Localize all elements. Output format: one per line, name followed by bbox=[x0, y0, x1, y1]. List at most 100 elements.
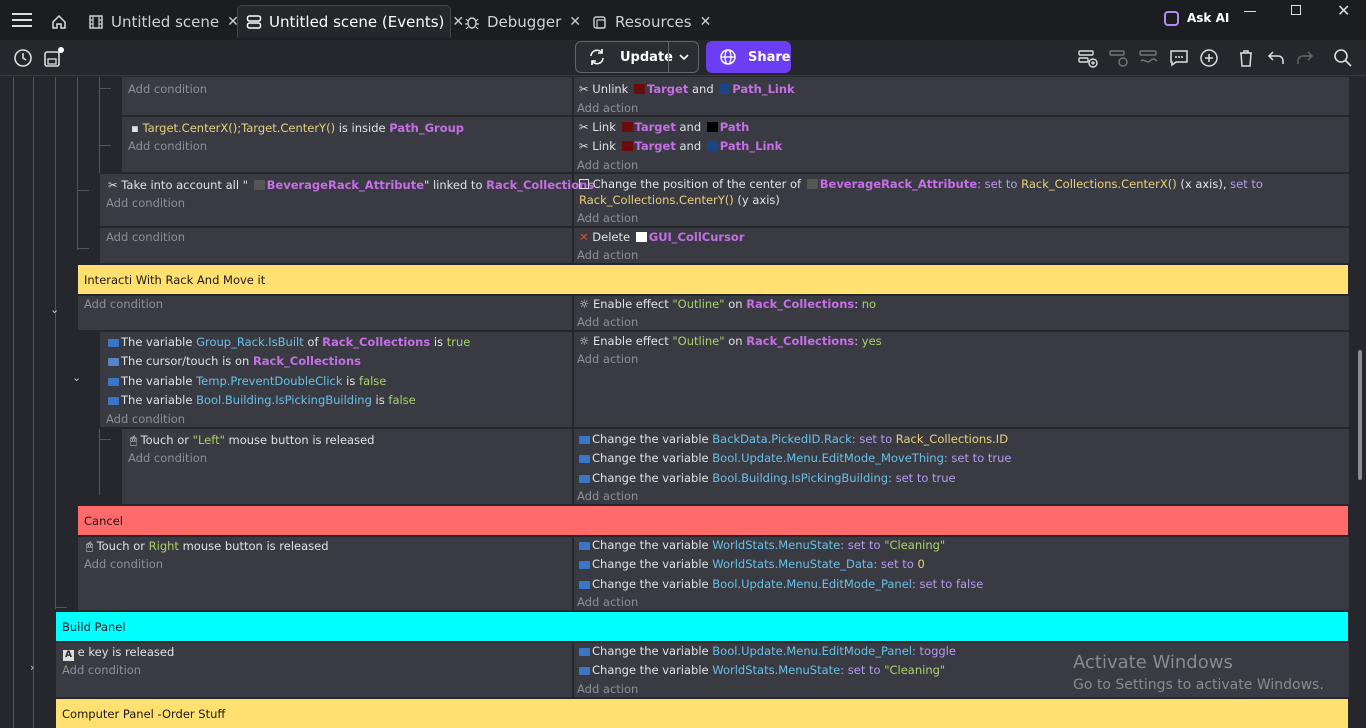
add-action-link[interactable]: Add action bbox=[577, 315, 638, 329]
action-change-position-cont[interactable]: Rack_Collections.CenterY() (y axis) bbox=[579, 193, 780, 207]
position-icon: ▪ bbox=[131, 121, 139, 135]
action-change-variable[interactable]: Change the variable Bool.Update.Menu.Edi… bbox=[579, 451, 1011, 465]
variable-icon bbox=[108, 397, 119, 405]
ai-face-icon bbox=[1164, 10, 1179, 26]
maximize-icon[interactable] bbox=[1291, 5, 1301, 15]
add-subevent-icon[interactable] bbox=[1108, 47, 1130, 69]
action-enable-effect[interactable]: ☼ Enable effect "Outline" on Rack_Collec… bbox=[579, 297, 876, 311]
watermark-subtitle: Go to Settings to activate Windows. bbox=[1073, 677, 1324, 693]
chevron-down-icon[interactable]: ⌄ bbox=[50, 303, 59, 316]
action-enable-effect[interactable]: ☼ Enable effect "Outline" on Rack_Collec… bbox=[579, 334, 882, 348]
history-icon[interactable] bbox=[12, 47, 34, 69]
add-condition-link[interactable]: Add condition bbox=[84, 557, 163, 571]
condition-key-released[interactable]: A e key is released bbox=[63, 645, 174, 661]
add-action-link[interactable]: Add action bbox=[577, 595, 638, 609]
add-action-link[interactable]: Add action bbox=[577, 158, 638, 172]
operator: : set to bbox=[840, 663, 885, 677]
tree-line bbox=[99, 145, 111, 146]
add-condition-link[interactable]: Add condition bbox=[84, 297, 163, 311]
action-text: Change the variable bbox=[592, 538, 713, 552]
action-change-position[interactable]: Change the position of the center of Bev… bbox=[579, 177, 1263, 191]
add-condition-link[interactable]: Add condition bbox=[128, 451, 207, 465]
add-condition-link[interactable]: Add condition bbox=[106, 412, 185, 426]
condition-variable[interactable]: The variable Group_Rack.IsBuilt of Rack_… bbox=[108, 335, 470, 349]
string-value: "Cleaning" bbox=[884, 663, 946, 677]
condition-take-into-account[interactable]: ✂ Take into account all " BeverageRack_A… bbox=[108, 178, 594, 192]
tab-resources[interactable]: Resources ✕ bbox=[583, 5, 711, 38]
chevron-right-icon[interactable]: › bbox=[30, 661, 34, 674]
share-button[interactable]: Share bbox=[706, 41, 791, 73]
condition-is-inside[interactable]: ▪ Target.CenterX();Target.CenterY() is i… bbox=[131, 121, 464, 135]
add-condition-link[interactable]: Add condition bbox=[128, 139, 207, 153]
add-condition-link[interactable]: Add condition bbox=[106, 196, 185, 210]
string-value: "Cleaning" bbox=[884, 538, 946, 552]
menu-icon[interactable] bbox=[11, 9, 33, 31]
tab-home[interactable] bbox=[44, 5, 75, 38]
close-icon[interactable]: ✕ bbox=[700, 14, 712, 30]
add-action-link[interactable]: Add action bbox=[577, 352, 638, 366]
action-change-variable[interactable]: Change the variable Bool.Update.Menu.Edi… bbox=[579, 644, 956, 658]
tab-untitled-scene-events[interactable]: Untitled scene (Events) ✕ bbox=[237, 5, 464, 38]
action-unlink[interactable]: ✂ Unlink Target and Path_Link bbox=[579, 82, 795, 96]
tree-line bbox=[55, 607, 67, 608]
window-close-icon[interactable]: ✕ bbox=[1337, 1, 1350, 20]
value: false bbox=[359, 374, 387, 388]
action-change-variable[interactable]: Change the variable WorldStats.MenuState… bbox=[579, 538, 945, 552]
close-icon[interactable]: ✕ bbox=[569, 14, 581, 30]
condition-text: is bbox=[430, 335, 447, 349]
add-action-link[interactable]: Add action bbox=[577, 101, 638, 115]
condition-variable[interactable]: The variable Temp.PreventDoubleClick is … bbox=[108, 374, 386, 388]
undo-icon[interactable] bbox=[1265, 47, 1287, 69]
action-delete[interactable]: ✕ Delete GUI_CollCursor bbox=[579, 230, 745, 244]
value: false bbox=[388, 393, 416, 407]
add-icon[interactable] bbox=[1198, 47, 1220, 69]
action-change-variable[interactable]: Change the variable Bool.Update.Menu.Edi… bbox=[579, 577, 983, 591]
comment-icon[interactable] bbox=[1168, 47, 1190, 69]
add-action-link[interactable]: Add action bbox=[577, 211, 638, 225]
add-action-link[interactable]: Add action bbox=[577, 248, 638, 262]
condition-mouse-released[interactable]: 🖱 Touch or Right mouse button is release… bbox=[86, 539, 329, 554]
action-change-variable[interactable]: Change the variable WorldStats.MenuState… bbox=[579, 557, 925, 571]
minimize-icon[interactable] bbox=[1244, 11, 1256, 12]
add-condition-link[interactable]: Add condition bbox=[106, 230, 185, 244]
object-name: Path_Link bbox=[719, 139, 783, 153]
chevron-down-icon[interactable]: ⌄ bbox=[72, 371, 81, 384]
action-link[interactable]: ✂ Link Target and Path_Link bbox=[579, 139, 782, 153]
group-header[interactable]: Interacti With Rack And Move it bbox=[78, 265, 1348, 294]
search-icon[interactable] bbox=[1332, 47, 1354, 69]
tab-debugger[interactable]: Debugger ✕ bbox=[455, 5, 581, 38]
redo-icon[interactable] bbox=[1294, 47, 1316, 69]
expression: Rack_Collections.CenterX() bbox=[1021, 177, 1177, 191]
action-change-variable[interactable]: Change the variable Bool.Building.IsPick… bbox=[579, 471, 956, 485]
save-icon[interactable] bbox=[42, 47, 64, 69]
group-title: Build Panel bbox=[62, 619, 126, 634]
scrollbar[interactable] bbox=[1358, 350, 1362, 480]
ask-ai-button[interactable]: Ask AI bbox=[1164, 9, 1229, 27]
add-action-link[interactable]: Add action bbox=[577, 489, 638, 503]
condition-mouse-released[interactable]: 🖱 Touch or "Left" mouse button is releas… bbox=[130, 433, 374, 448]
condition-cursor-on[interactable]: The cursor/touch is on Rack_Collections bbox=[108, 354, 361, 368]
update-button[interactable]: Update bbox=[575, 41, 699, 73]
action-change-variable[interactable]: Change the variable WorldStats.MenuState… bbox=[579, 663, 945, 677]
action-text: : bbox=[854, 297, 862, 311]
group-header[interactable]: Cancel bbox=[78, 506, 1348, 535]
group-header[interactable]: Computer Panel -Order Stuff bbox=[56, 699, 1348, 728]
add-comment-group-icon[interactable] bbox=[1138, 47, 1160, 69]
add-action-link[interactable]: Add action bbox=[577, 682, 638, 696]
delete-icon[interactable] bbox=[1235, 47, 1257, 69]
expression: Target.CenterX();Target.CenterY() bbox=[142, 121, 336, 135]
condition-variable[interactable]: The variable Bool.Building.IsPickingBuil… bbox=[108, 393, 416, 407]
action-change-variable[interactable]: Change the variable BackData.PickedID.Ra… bbox=[579, 432, 1008, 446]
action-link[interactable]: ✂ Link Target and Path bbox=[579, 120, 749, 134]
tab-untitled-scene[interactable]: Untitled scene ✕ bbox=[79, 5, 239, 38]
add-condition-link[interactable]: Add condition bbox=[62, 663, 141, 677]
chevron-down-icon[interactable] bbox=[677, 50, 691, 64]
condition-text: " linked to bbox=[424, 178, 487, 192]
object-name: Path_Link bbox=[732, 82, 795, 96]
group-header[interactable]: Build Panel bbox=[56, 612, 1348, 641]
string-value: Right bbox=[148, 539, 179, 553]
add-event-icon[interactable] bbox=[1077, 47, 1099, 69]
object-icon bbox=[806, 179, 818, 189]
add-condition-link[interactable]: Add condition bbox=[128, 82, 207, 96]
condition-text: is bbox=[371, 393, 389, 407]
